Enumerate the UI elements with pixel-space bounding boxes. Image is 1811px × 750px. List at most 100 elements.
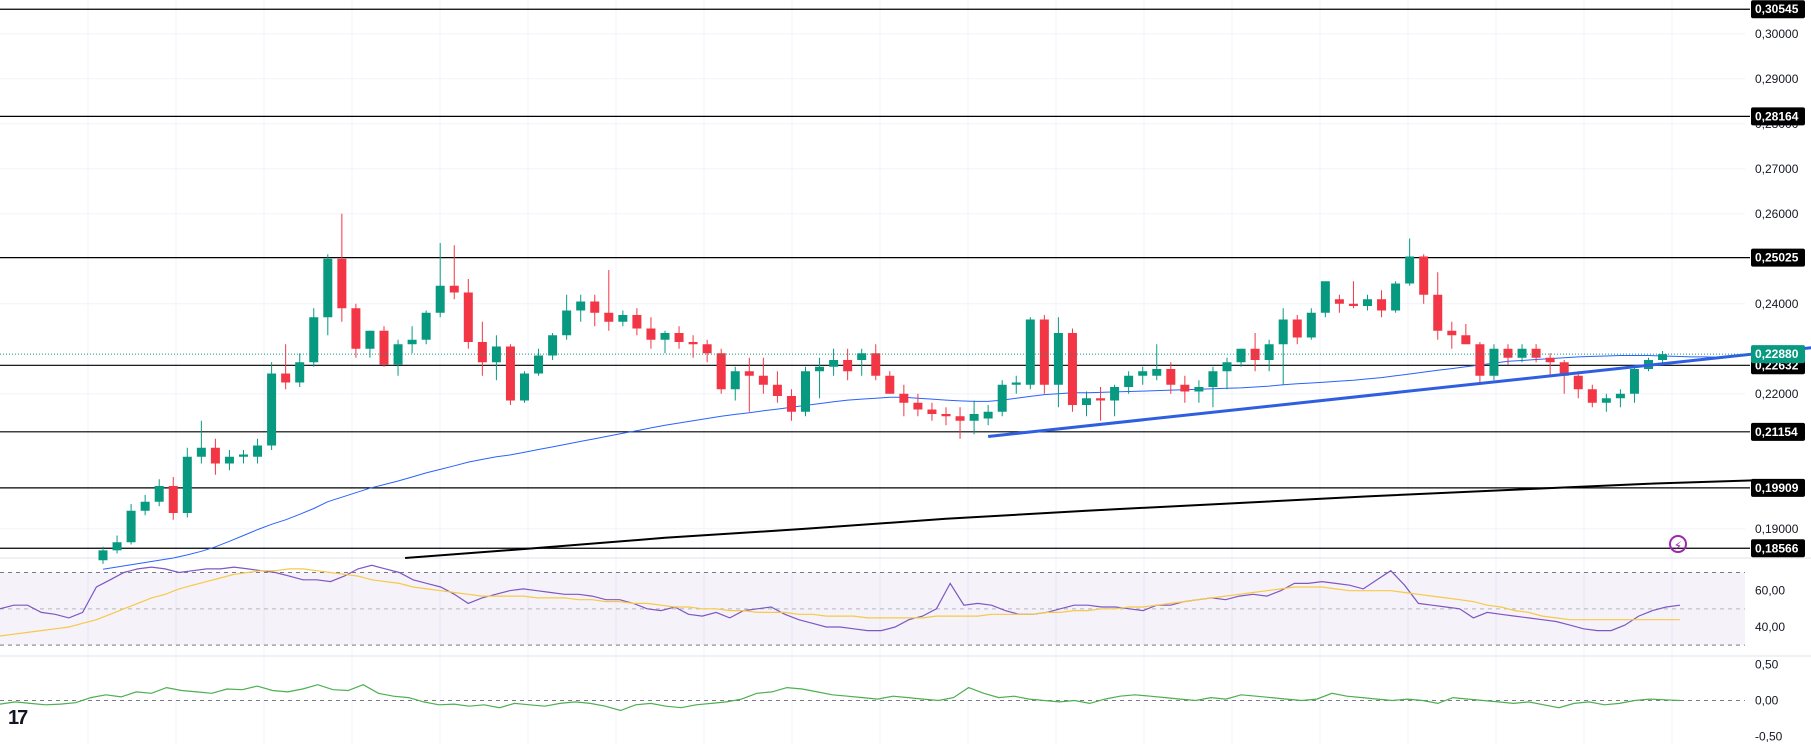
candle-up	[576, 301, 586, 311]
candle-up	[491, 346, 501, 363]
current-price-tag-label: 0,22880	[1755, 347, 1799, 361]
candle-up	[1278, 319, 1288, 345]
candle-down	[1039, 319, 1049, 385]
candle-down	[913, 402, 923, 410]
candle-up	[154, 486, 164, 502]
candle-up	[112, 542, 122, 551]
candle-up	[435, 285, 445, 313]
oscillator-axis-tick-label: 0,50	[1755, 658, 1779, 672]
candle-down	[786, 396, 796, 412]
candle-up	[1615, 393, 1625, 399]
candle-down	[1475, 344, 1485, 376]
candle-up	[295, 362, 305, 383]
candle-down	[477, 342, 487, 363]
candle-up	[997, 384, 1007, 412]
candle-up	[1138, 371, 1148, 376]
candle-up	[224, 456, 234, 464]
price-axis-tick-label: 0,22000	[1755, 387, 1799, 401]
candle-up	[1011, 382, 1021, 385]
ma50-line	[102, 355, 1733, 570]
price-axis-tick-label: 0,29000	[1755, 72, 1799, 86]
candle-down	[955, 416, 965, 421]
candle-up	[1082, 398, 1091, 405]
candle-up	[829, 360, 839, 367]
candle-up	[1517, 348, 1527, 358]
oscillator-line	[0, 684, 1681, 712]
candle-up	[730, 371, 740, 390]
lightning-alert-icon[interactable]: ⚡	[1669, 535, 1687, 553]
candle-up	[1306, 312, 1316, 338]
candle-down	[449, 285, 459, 293]
candle-down	[1503, 348, 1513, 358]
candle-down	[168, 486, 178, 513]
candle-up	[1601, 398, 1611, 403]
candle-up	[983, 411, 993, 419]
candle-up	[1194, 387, 1204, 392]
candle-down	[337, 258, 347, 309]
candle-down	[590, 301, 600, 313]
candle-down	[885, 375, 895, 394]
candle-down	[1545, 357, 1555, 363]
candle-up	[407, 339, 417, 345]
candle-up	[618, 315, 628, 322]
candle-up	[815, 366, 825, 372]
candle-up	[1025, 319, 1035, 385]
level-price-tag-label: 0,30545	[1755, 2, 1799, 16]
candle-down	[1447, 330, 1457, 336]
candle-down	[1419, 256, 1429, 295]
candle-up	[1236, 348, 1246, 363]
level-price-tag-label: 0,28164	[1755, 109, 1799, 123]
price-chart[interactable]: 0,300000,290000,280000,270000,260000,240…	[0, 0, 1811, 745]
candle-up	[421, 312, 431, 340]
candle-down	[702, 344, 712, 354]
candle-up	[801, 371, 810, 412]
price-axis-tick-label: 0,30000	[1755, 27, 1799, 41]
candle-down	[1166, 369, 1176, 385]
candle-down	[1531, 348, 1541, 358]
candle-down	[674, 333, 684, 342]
candle-up	[1208, 371, 1218, 387]
candle-down	[758, 375, 768, 385]
candle-down	[1461, 335, 1471, 345]
candle-up	[1110, 387, 1120, 401]
candle-down	[1334, 299, 1344, 304]
candle-up	[1658, 354, 1668, 360]
candle-down	[1573, 375, 1583, 390]
candle-down	[899, 393, 909, 403]
level-price-tag-label: 0,21154	[1755, 425, 1798, 439]
candle-up	[1363, 299, 1372, 306]
candle-up	[182, 456, 192, 513]
price-axis-tick-label: 0,19000	[1755, 522, 1799, 536]
candle-up	[1629, 369, 1639, 394]
candle-up	[1320, 281, 1330, 313]
candle-down	[1587, 389, 1597, 403]
oscillator-axis-tick-label: -0,50	[1755, 729, 1783, 743]
candle-down	[604, 312, 614, 322]
price-axis-tick-label: 0,26000	[1755, 207, 1799, 221]
candle-down	[463, 292, 473, 342]
chart-root[interactable]: 0,300000,290000,280000,270000,260000,240…	[0, 0, 1811, 745]
tradingview-logo[interactable]: 17	[8, 707, 28, 730]
candle-down	[1433, 294, 1443, 331]
candle-up	[239, 454, 248, 457]
candle-up	[323, 258, 333, 318]
candle-down	[379, 330, 389, 365]
candle-up	[267, 373, 277, 446]
candle-down	[646, 328, 656, 340]
candle-up	[140, 501, 150, 511]
rsi-axis-tick-label: 40,00	[1755, 620, 1785, 634]
candle-down	[927, 409, 937, 414]
candle-down	[1096, 398, 1106, 401]
candle-down	[941, 414, 951, 417]
price-axis-tick-label: 0,27000	[1755, 162, 1799, 176]
candle-down	[716, 353, 726, 390]
candle-down	[772, 384, 782, 396]
level-price-tag-label: 0,18566	[1755, 541, 1799, 555]
candle-up	[196, 447, 206, 457]
rsi-axis-tick-label: 60,00	[1755, 584, 1785, 598]
candle-up	[309, 317, 319, 363]
candle-down	[1377, 299, 1387, 311]
candle-up	[1222, 362, 1232, 372]
candle-up	[1053, 333, 1063, 385]
candle-up	[969, 414, 979, 421]
